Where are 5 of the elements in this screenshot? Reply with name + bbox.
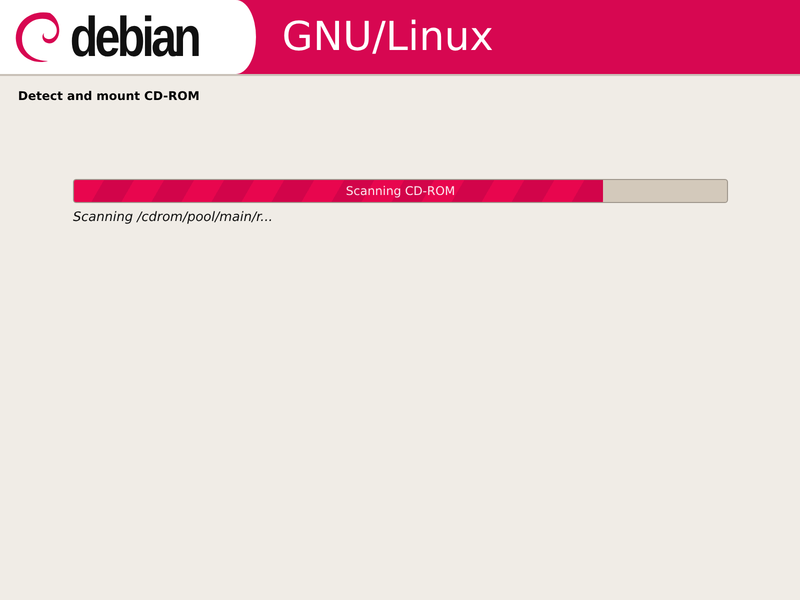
step-title: Detect and mount CD-ROM: [18, 89, 201, 103]
logo-text: debian: [70, 9, 198, 65]
progress-label: Scanning CD-ROM: [346, 184, 456, 198]
banner-title: GNU/Linux: [282, 14, 494, 60]
status-text: Scanning /cdrom/pool/main/r...: [73, 210, 274, 225]
